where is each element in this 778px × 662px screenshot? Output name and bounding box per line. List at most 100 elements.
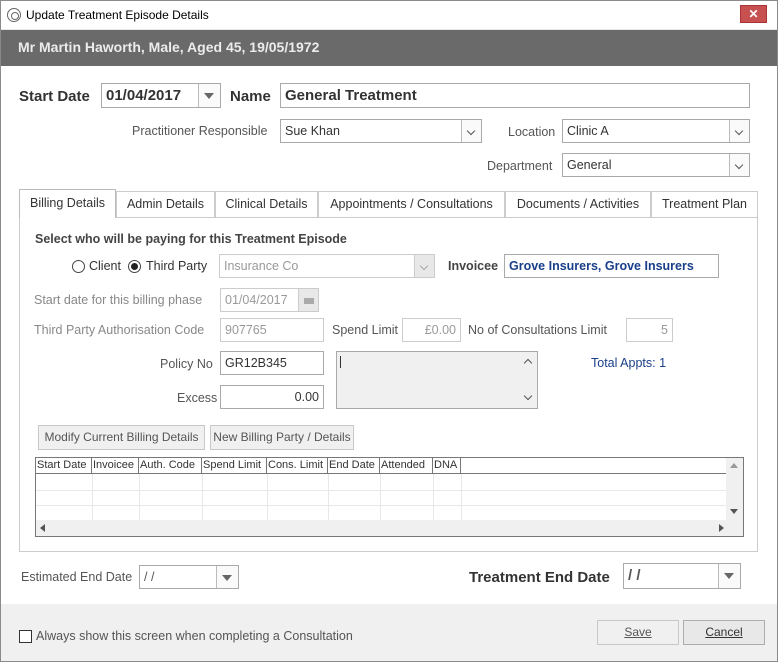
chevron-down-icon xyxy=(729,120,749,142)
scroll-left-icon[interactable] xyxy=(40,524,45,532)
invoicee-label: Invoicee xyxy=(448,259,499,273)
grid-col-spend-limit[interactable]: Spend Limit xyxy=(202,458,267,474)
billing-details-panel: Select who will be paying for this Treat… xyxy=(19,217,758,552)
treatment-end-date-dropdown-icon[interactable] xyxy=(718,564,740,588)
app-icon xyxy=(7,8,21,22)
third-party-label: Third Party xyxy=(146,259,208,273)
grid-col-line xyxy=(461,474,462,522)
spend-limit-input[interactable]: £0.00 xyxy=(402,318,461,342)
text-cursor xyxy=(340,356,341,368)
grid-col-line xyxy=(267,474,268,522)
grid-col-line xyxy=(92,474,93,522)
grid-col-end-date[interactable]: End Date xyxy=(328,458,380,474)
window-title: Update Treatment Episode Details xyxy=(26,8,209,22)
scroll-corner xyxy=(726,520,743,536)
auth-code-input[interactable]: 907765 xyxy=(220,318,324,342)
consult-limit-label: No of Consultations Limit xyxy=(468,323,607,337)
client-radio[interactable] xyxy=(72,260,85,273)
treatment-end-date-label: Treatment End Date xyxy=(469,569,610,586)
scroll-up-icon[interactable] xyxy=(523,358,533,368)
department-value: General xyxy=(567,158,612,172)
scroll-right-icon[interactable] xyxy=(719,524,724,532)
scroll-down-icon[interactable] xyxy=(730,509,738,514)
close-button[interactable]: ✕ xyxy=(740,5,767,23)
location-select[interactable]: Clinic A xyxy=(562,119,750,143)
client-label: Client xyxy=(89,259,121,273)
excess-input[interactable]: 0.00 xyxy=(220,385,324,409)
total-appts-label: Total Appts: 1 xyxy=(591,356,667,370)
est-end-date-field[interactable]: / / xyxy=(139,565,239,589)
est-end-date-value: / / xyxy=(144,570,155,584)
phase-start-label: Start date for this billing phase xyxy=(34,293,203,307)
location-value: Clinic A xyxy=(567,124,609,138)
practitioner-value: Sue Khan xyxy=(285,124,340,138)
grid-horizontal-scrollbar[interactable] xyxy=(36,520,728,536)
third-party-radio[interactable] xyxy=(128,260,141,273)
phase-start-value: 01/04/2017 xyxy=(225,293,288,307)
tab-treatment-plan[interactable]: Treatment Plan xyxy=(651,191,758,217)
patient-info: Mr Martin Haworth, Male, Aged 45, 19/05/… xyxy=(18,39,320,55)
grid-col-line xyxy=(380,474,381,522)
practitioner-label: Practitioner Responsible xyxy=(132,124,268,138)
est-end-date-dropdown-icon[interactable] xyxy=(216,566,238,588)
start-date-value: 01/04/2017 xyxy=(106,87,182,104)
memo-scrollbar[interactable] xyxy=(520,352,537,408)
phase-start-dropdown-icon xyxy=(298,289,318,311)
department-select[interactable]: General xyxy=(562,153,750,177)
grid-col-attended[interactable]: Attended xyxy=(380,458,433,474)
policy-input[interactable]: GR12B345 xyxy=(220,351,324,375)
location-label: Location xyxy=(508,125,556,139)
patient-header: Mr Martin Haworth, Male, Aged 45, 19/05/… xyxy=(1,30,777,66)
policy-label: Policy No xyxy=(160,357,213,371)
start-date-dropdown-icon[interactable] xyxy=(198,84,220,107)
invoicee-field[interactable]: Grove Insurers, Grove Insurers xyxy=(504,254,719,278)
treatment-end-date-value: / / xyxy=(628,567,641,584)
new-billing-party-button[interactable]: New Billing Party / Details xyxy=(210,425,354,450)
start-date-field[interactable]: 01/04/2017 xyxy=(101,83,221,108)
grid-col-line xyxy=(139,474,140,522)
name-label: Name xyxy=(230,88,271,105)
chevron-down-icon xyxy=(414,255,434,277)
scroll-down-icon[interactable] xyxy=(523,391,533,401)
save-button[interactable]: Save xyxy=(597,620,679,645)
tab-admin-details[interactable]: Admin Details xyxy=(116,191,215,217)
dialog-window: Update Treatment Episode Details ✕ Mr Ma… xyxy=(0,0,778,662)
grid-col-start-date[interactable]: Start Date xyxy=(36,458,92,474)
insurer-select[interactable]: Insurance Co xyxy=(219,254,435,278)
treatment-end-date-field[interactable]: / / xyxy=(623,563,741,589)
billing-section-title: Select who will be paying for this Treat… xyxy=(35,232,347,246)
billing-history-grid[interactable]: Start Date Invoicee Auth. Code Spend Lim… xyxy=(35,457,744,537)
footer-bar: Always show this screen when completing … xyxy=(1,604,777,661)
name-input[interactable]: General Treatment xyxy=(280,83,750,108)
always-show-label: Always show this screen when completing … xyxy=(36,629,353,643)
practitioner-select[interactable]: Sue Khan xyxy=(280,119,482,143)
start-date-label: Start Date xyxy=(19,88,90,105)
tab-clinical-details[interactable]: Clinical Details xyxy=(215,191,318,217)
tab-billing-details[interactable]: Billing Details xyxy=(19,189,116,218)
grid-col-line xyxy=(202,474,203,522)
title-bar: Update Treatment Episode Details ✕ xyxy=(1,1,777,30)
est-end-date-label: Estimated End Date xyxy=(21,570,133,584)
insurer-value: Insurance Co xyxy=(224,259,299,273)
spend-limit-label: Spend Limit xyxy=(332,323,399,337)
auth-code-label: Third Party Authorisation Code xyxy=(34,323,205,337)
cancel-button[interactable]: Cancel xyxy=(683,620,765,645)
always-show-checkbox[interactable] xyxy=(19,630,32,643)
consult-limit-input[interactable]: 5 xyxy=(626,318,673,342)
notes-memo[interactable] xyxy=(336,351,538,409)
department-label: Department xyxy=(487,159,553,173)
grid-vertical-scrollbar[interactable] xyxy=(726,458,743,520)
grid-col-invoicee[interactable]: Invoicee xyxy=(92,458,139,474)
tab-appointments-consultations[interactable]: Appointments / Consultations xyxy=(318,191,505,217)
modify-billing-button[interactable]: Modify Current Billing Details xyxy=(38,425,205,450)
phase-start-field[interactable]: 01/04/2017 xyxy=(220,288,319,312)
grid-col-auth-code[interactable]: Auth. Code xyxy=(139,458,202,474)
grid-col-line xyxy=(433,474,434,522)
scroll-up-icon[interactable] xyxy=(730,463,738,468)
grid-col-dna[interactable]: DNA xyxy=(433,458,461,474)
tab-documents-activities[interactable]: Documents / Activities xyxy=(505,191,651,217)
excess-label: Excess xyxy=(177,391,218,405)
grid-col-cons-limit[interactable]: Cons. Limit xyxy=(267,458,328,474)
chevron-down-icon xyxy=(729,154,749,176)
grid-col-line xyxy=(328,474,329,522)
